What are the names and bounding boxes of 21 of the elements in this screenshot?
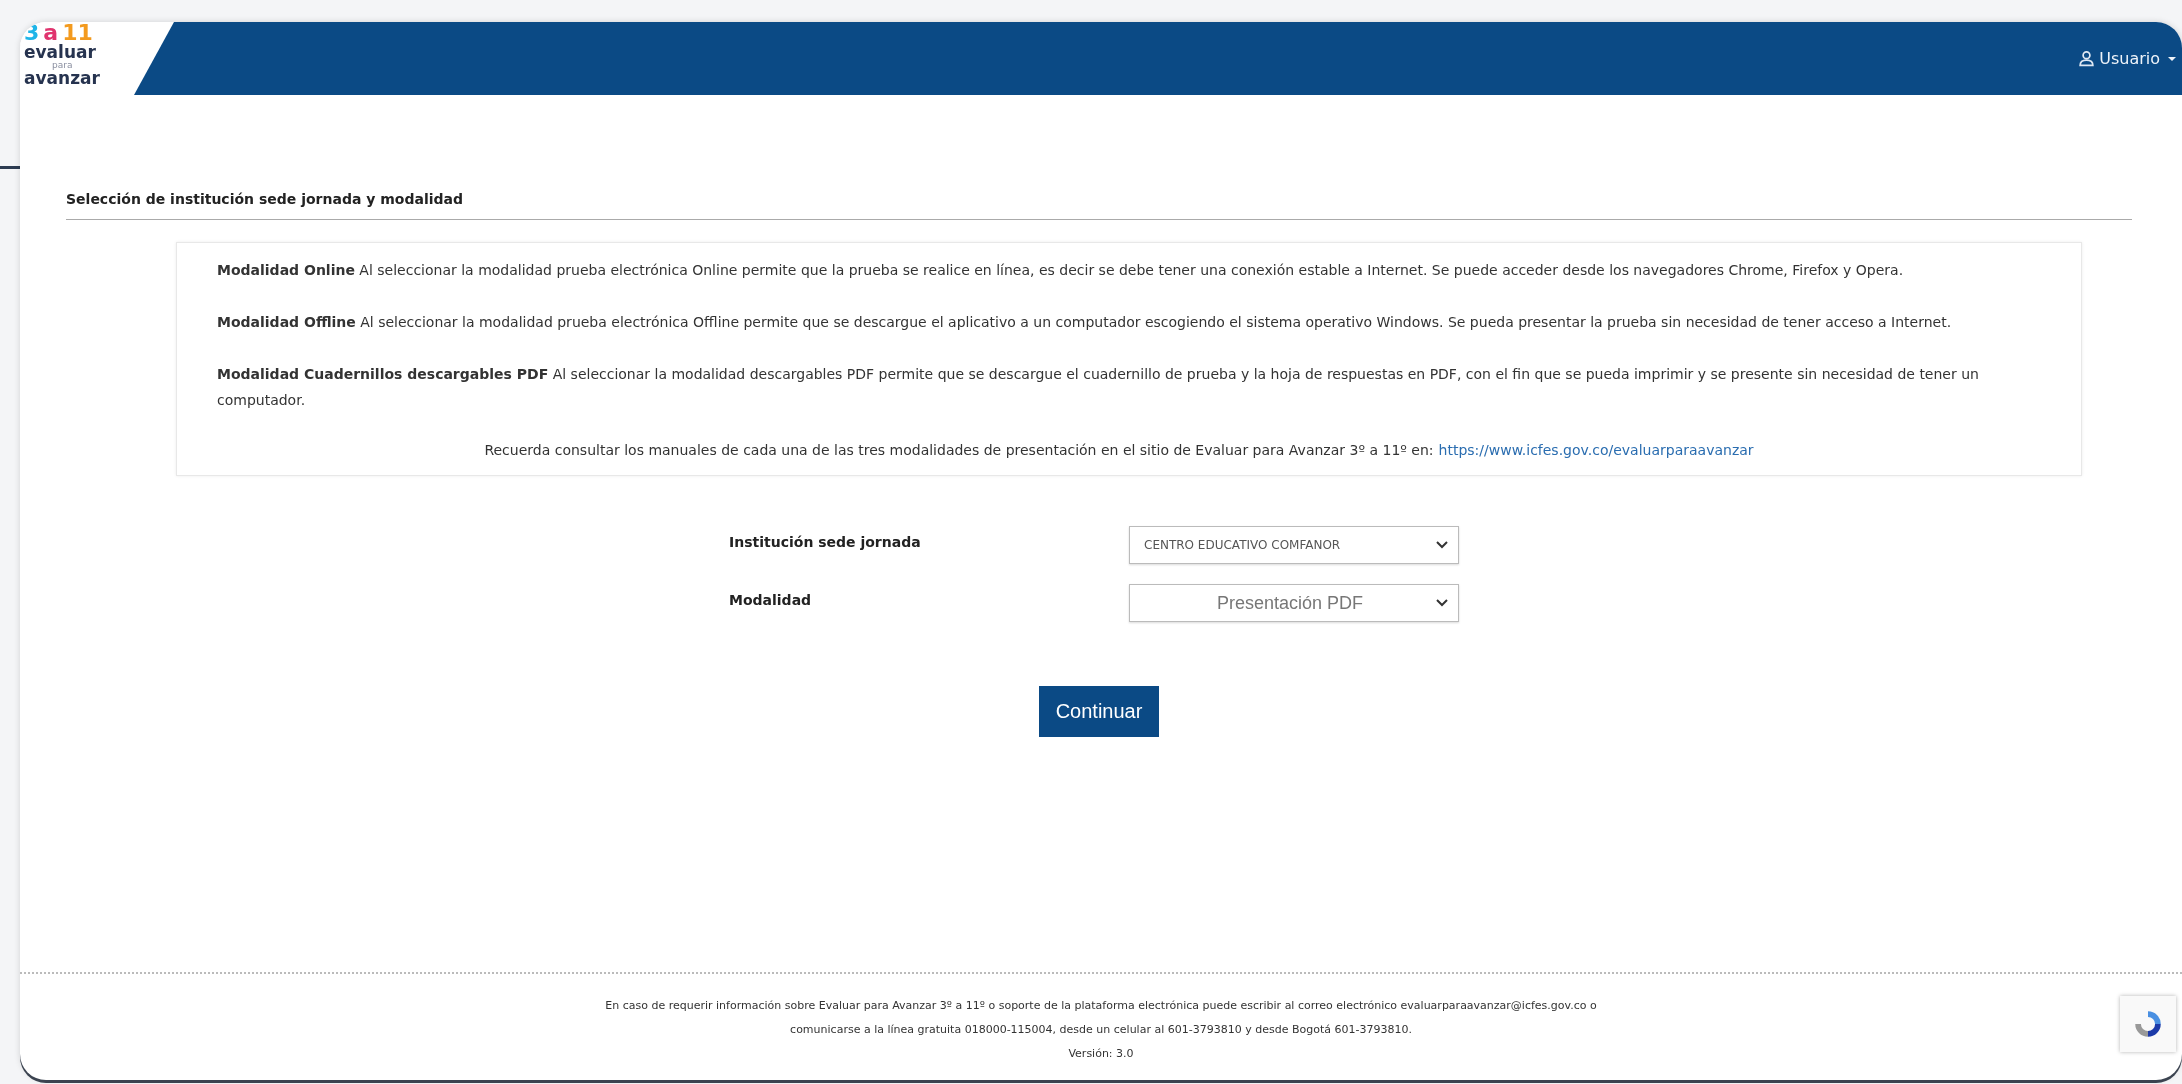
manuals-link[interactable]: https://www.icfes.gov.co/evaluarparaavanzar bbox=[1438, 442, 1754, 458]
section-title: Selección de institución sede jornada y modalidad bbox=[66, 191, 2132, 220]
footer-text: Versión: 3.0 bbox=[1068, 1046, 1134, 1062]
chevron-icon bbox=[1436, 541, 1448, 549]
info-paragraph: Modalidad Offline Al seleccionar la modalidad prueba electrónica Offline permite que se descargue el aplicativo a un computador escogiendo el sistema operativo Windows. Se pueda presentar la prueba sin necesidad de tener acceso a Internet. bbox=[217, 313, 1953, 332]
info-paragraph: Modalidad Cuadernillos descargables PDF Al seleccionar la modalidad descargables PDF permite que se descargue el cuadernillo de prueba y la hoja de respuestas en PDF, con el fin que se pueda imprimir y se presente sin necesidad de tener un computador. bbox=[217, 365, 1980, 410]
field-label: Modalidad bbox=[729, 591, 813, 608]
recaptcha-badge[interactable] bbox=[2120, 996, 2176, 1052]
reminder-text: Recuerda consultar los manuales de cada una de las tres modalidades de presentación en el sitio de Evaluar para Avanzar 3º a 11º en: bbox=[484, 442, 1434, 458]
user-menu[interactable]: Usuario bbox=[2078, 49, 2176, 68]
info-paragraph: Modalidad Online Al seleccionar la modalidad prueba electrónica Online permite que la prueba se realice en línea, es decir se debe tener una conexión estable a Internet. Se puede acceder desde los navegadores Chrome, Firefox y Opera. bbox=[217, 261, 1905, 280]
footer-text: comunicarse a la línea gratuita 018000-115004, desde un celular al 601-3793810 y desde Bogotá 601-3793810. bbox=[790, 1022, 1412, 1038]
footer-text: En caso de requerir información sobre Evaluar para Avanzar 3º a 11º o soporte de la plataforma electrónica puede escribir al correo electrónico evaluarparaavanzar@icfes.gov.co o bbox=[605, 998, 1597, 1014]
select-field[interactable]: CENTRO EDUCATIVO COMFANOR bbox=[1129, 526, 1459, 564]
field-label: Institución sede jornada bbox=[729, 533, 922, 550]
chevron-icon bbox=[1436, 599, 1448, 607]
recaptcha-icon bbox=[2135, 1011, 2161, 1037]
continue-button[interactable]: Continuar bbox=[1038, 686, 1160, 737]
user-icon bbox=[2079, 51, 2094, 67]
caret-icon bbox=[2168, 56, 2176, 61]
select-field[interactable]: Presentación PDF bbox=[1129, 584, 1459, 622]
